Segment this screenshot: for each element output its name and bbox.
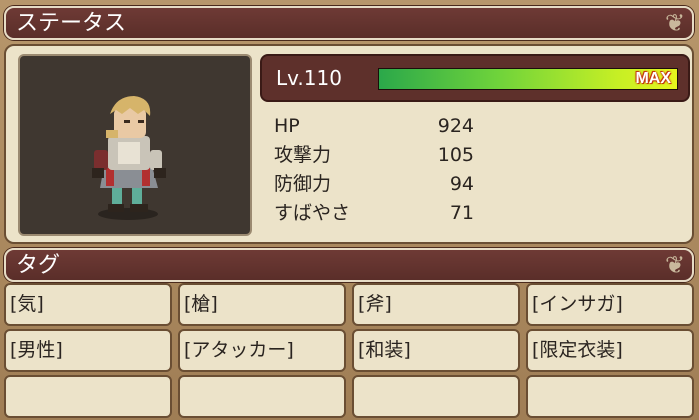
stat-name: 攻撃力	[274, 144, 332, 166]
tag-cell[interactable]: [限定衣装]	[526, 329, 694, 372]
tag-cell[interactable]: [男性]	[4, 329, 172, 372]
stat-value: 924	[437, 115, 474, 137]
stat-row-speed: すばやさ 71	[274, 199, 474, 228]
stat-value: 94	[449, 173, 474, 195]
stats-list: HP 924 攻撃力 105 防御力 94 すばやさ 71	[274, 112, 474, 228]
stat-value: 71	[449, 202, 474, 224]
stat-row-attack: 攻撃力 105	[274, 141, 474, 170]
tag-grid: [気] [槍] [斧] [インサガ] [男性] [アタッカー] [和装] [限定…	[4, 283, 694, 418]
character-sprite-icon	[92, 96, 166, 220]
tags-header: タグ ❦	[4, 248, 694, 282]
tag-cell[interactable]: [アタッカー]	[178, 329, 346, 372]
level-progress-fill	[379, 69, 677, 89]
tag-cell[interactable]: [和装]	[352, 329, 520, 372]
stat-name: すばやさ	[274, 202, 351, 224]
status-screen: ステータス ❦ Lv.110 MAX HP 924 攻撃力 105 防御力 94…	[0, 0, 699, 420]
ornament-icon: ❦	[664, 9, 686, 37]
tag-cell[interactable]: [槍]	[178, 283, 346, 326]
status-title: ステータス	[16, 11, 127, 36]
tags-title: タグ	[16, 253, 61, 278]
tag-cell[interactable]: [インサガ]	[526, 283, 694, 326]
tag-cell-empty[interactable]	[4, 375, 172, 418]
stat-value: 105	[437, 144, 474, 166]
level-label: Lv.110	[276, 66, 342, 90]
stat-row-defense: 防御力 94	[274, 170, 474, 199]
stat-name: HP	[274, 115, 300, 137]
stat-row-hp: HP 924	[274, 112, 474, 141]
tag-cell[interactable]: [気]	[4, 283, 172, 326]
stat-name: 防御力	[274, 173, 332, 195]
level-progress-track: MAX	[378, 68, 678, 90]
max-badge: MAX	[635, 70, 671, 87]
status-panel: Lv.110 MAX HP 924 攻撃力 105 防御力 94 すばやさ 71	[4, 44, 694, 244]
status-header: ステータス ❦	[4, 6, 694, 40]
level-bar-box: Lv.110 MAX	[260, 54, 690, 102]
tag-cell-empty[interactable]	[352, 375, 520, 418]
tag-cell[interactable]: [斧]	[352, 283, 520, 326]
tag-cell-empty[interactable]	[526, 375, 694, 418]
tag-cell-empty[interactable]	[178, 375, 346, 418]
ornament-icon: ❦	[664, 251, 686, 279]
character-portrait	[18, 54, 252, 236]
